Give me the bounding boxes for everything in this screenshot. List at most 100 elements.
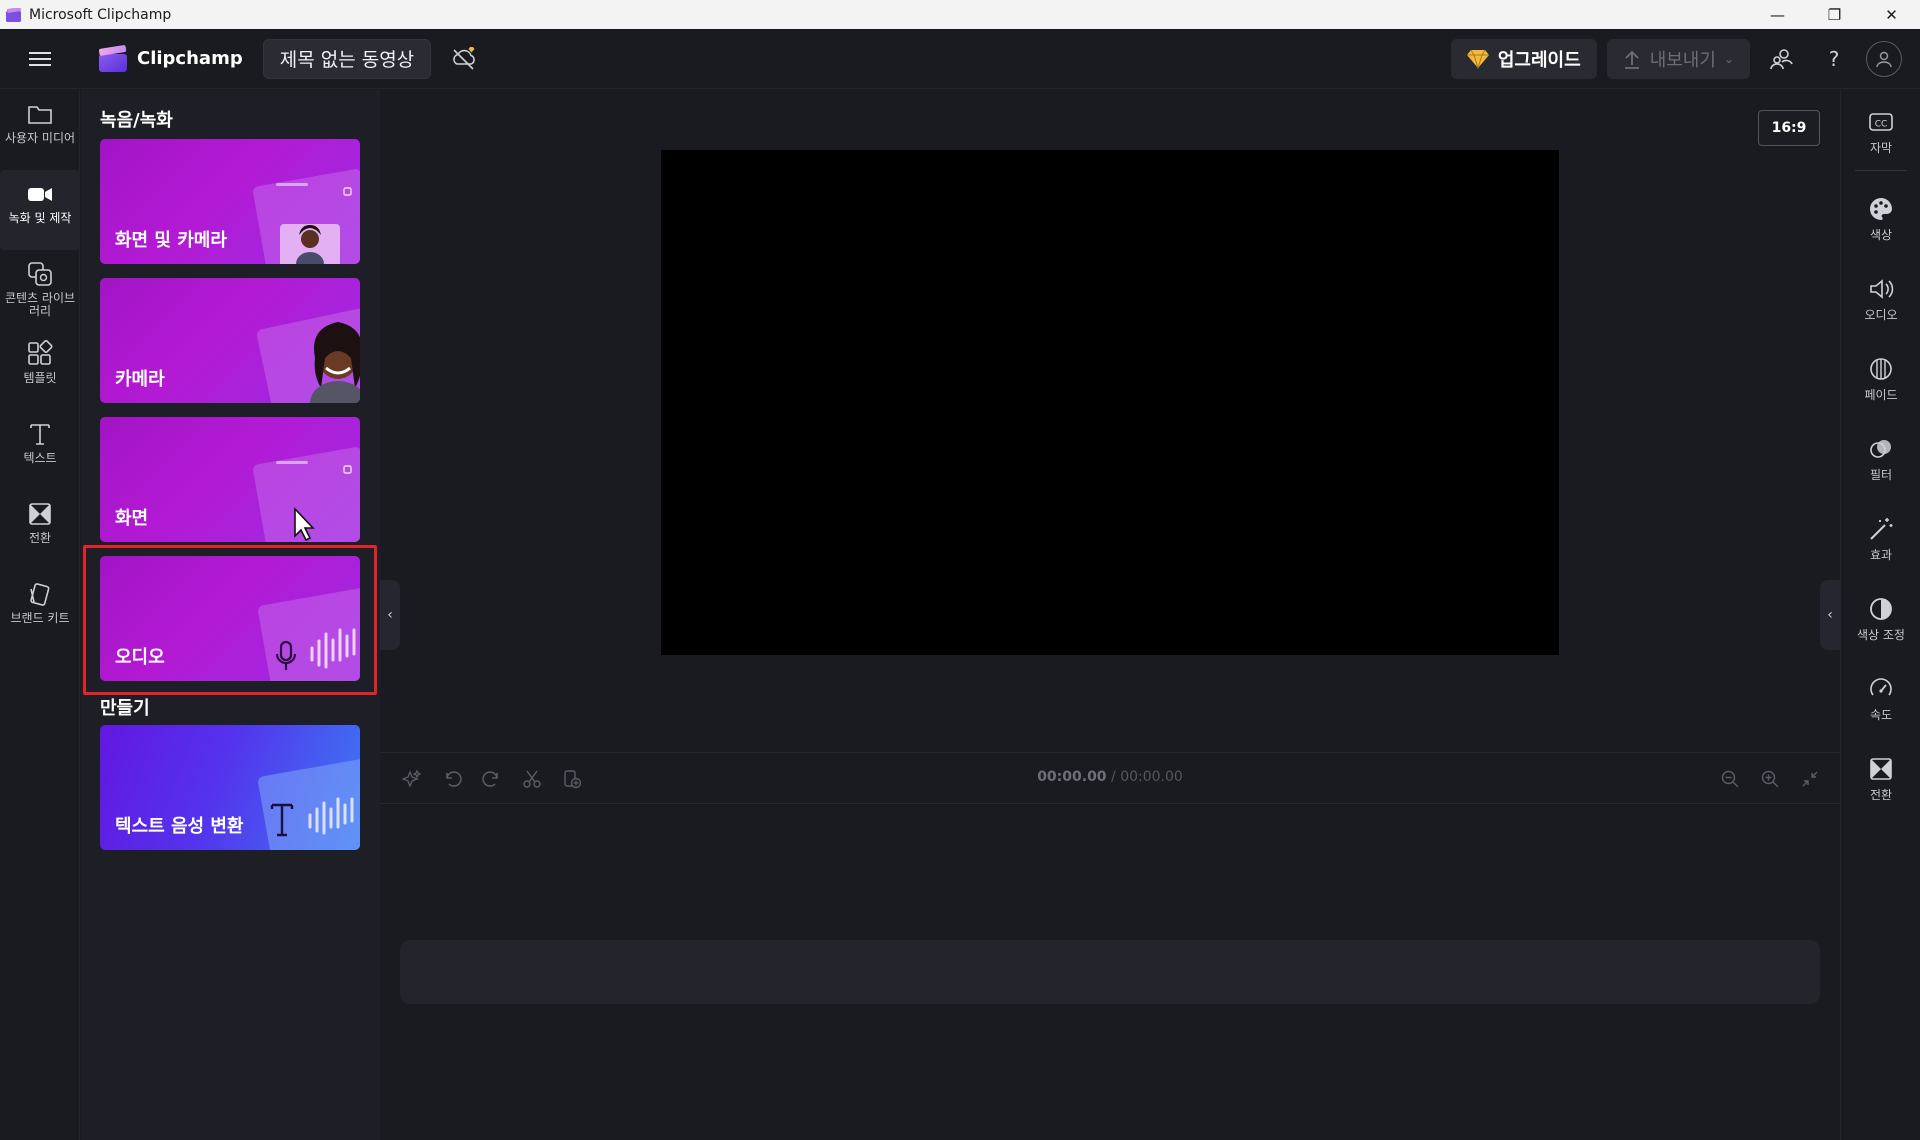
rail-label-audio: 오디오 [1864, 308, 1898, 322]
app-header: Clipchamp 제목 없는 동영상 업그레이드 내보내기 ⌄ ? [0, 29, 1920, 89]
cloud-sync-off-icon[interactable] [449, 44, 479, 74]
timecode-display: 00:00.00 / 00:00.00 [380, 769, 1840, 785]
collapse-right-panel-button[interactable]: ‹ [1820, 580, 1840, 650]
text-to-speech-card[interactable]: 텍스트 음성 변환 [100, 725, 360, 850]
rail-item-templates[interactable]: 템플릿 [0, 330, 80, 410]
rail-item-your-media[interactable]: 사용자 미디어 [0, 90, 80, 170]
rail-label-effects: 효과 [1869, 548, 1893, 562]
rail-item-text[interactable]: 텍스트 [0, 410, 80, 490]
speaker-icon [1870, 279, 1894, 299]
rail-item-transitions[interactable]: 전환 [0, 490, 80, 570]
restore-button[interactable]: ❐ [1806, 0, 1863, 29]
left-navigation-rail: 사용자 미디어 녹화 및 제작 콘텐츠 라이브러리 템플릿 텍스트 전환 브랜드… [0, 90, 80, 1140]
rail-label-templates: 템플릿 [23, 371, 57, 385]
logo-text: Clipchamp [137, 48, 243, 69]
collapse-left-panel-button[interactable]: ‹ [380, 580, 400, 650]
collapse-arrows-icon [1802, 771, 1818, 787]
screen-card[interactable]: 화면 [100, 417, 360, 542]
palette-icon [1870, 198, 1892, 220]
rail-item-effects[interactable]: 효과 [1841, 497, 1920, 577]
filter-icon [1870, 440, 1891, 458]
zoom-in-icon [1761, 770, 1779, 788]
fit-timeline-button[interactable] [1798, 767, 1822, 791]
rail-divider [1854, 170, 1907, 171]
user-icon [1876, 51, 1892, 67]
record-section-title: 녹음/녹화 [100, 110, 173, 131]
minimize-button[interactable]: — [1749, 0, 1806, 29]
help-icon: ? [1828, 46, 1840, 71]
clipchamp-logo: Clipchamp [98, 44, 243, 73]
transition-icon [1870, 758, 1892, 780]
transition-icon [29, 503, 51, 525]
rail-item-captions[interactable]: CC 자막 [1841, 90, 1920, 170]
rail-label-brand-kit: 브랜드 키트 [10, 611, 70, 625]
rail-label-your-media: 사용자 미디어 [4, 131, 76, 145]
chevron-left-icon: ‹ [387, 607, 393, 623]
rail-label-captions: 자막 [1869, 141, 1893, 155]
zoom-out-button[interactable] [1718, 767, 1742, 791]
diamond-icon [1466, 49, 1489, 69]
rail-item-record-create[interactable]: 녹화 및 제작 [0, 170, 80, 250]
zoom-in-button[interactable] [1758, 767, 1782, 791]
clipchamp-app-icon [6, 7, 22, 22]
aspect-ratio-button[interactable]: 16:9 [1758, 110, 1820, 146]
card-label-audio: 오디오 [115, 647, 165, 668]
chevron-down-icon: ⌄ [1723, 51, 1734, 66]
empty-track-drop-zone[interactable] [400, 940, 1820, 1004]
templates-icon [28, 340, 53, 365]
card-label-screen-and-camera: 화면 및 카메라 [115, 230, 227, 251]
rail-item-brand-kit[interactable]: 브랜드 키트 [0, 570, 80, 650]
share-people-button[interactable] [1762, 39, 1802, 79]
account-avatar[interactable] [1866, 40, 1902, 77]
time-separator: / [1106, 769, 1121, 785]
current-time: 00:00.00 [1037, 769, 1107, 785]
folder-icon [28, 106, 52, 124]
hamburger-menu-button[interactable] [20, 39, 60, 79]
card-label-camera: 카메라 [115, 369, 165, 390]
project-title-field[interactable]: 제목 없는 동영상 [262, 38, 432, 79]
window-title: Microsoft Clipchamp [29, 6, 172, 23]
rail-item-speed[interactable]: 속도 [1841, 657, 1920, 737]
total-time: 00:00.00 [1120, 769, 1183, 785]
export-label: 내보내기 [1649, 49, 1716, 71]
color-adjust-icon [1870, 598, 1892, 620]
close-button[interactable]: ✕ [1863, 0, 1920, 29]
screen-and-camera-card[interactable]: 화면 및 카메라 [100, 139, 360, 264]
video-preview-canvas[interactable] [661, 150, 1559, 655]
rail-item-color[interactable]: 색상 [1841, 177, 1920, 257]
rail-label-transition: 전환 [1869, 788, 1893, 802]
audio-card[interactable]: 오디오 [100, 556, 360, 681]
rail-item-audio[interactable]: 오디오 [1841, 257, 1920, 337]
rail-item-content-library[interactable]: 콘텐츠 라이브러리 [0, 250, 80, 330]
rail-item-fade[interactable]: 페이드 [1841, 337, 1920, 417]
speed-icon [1870, 678, 1892, 696]
rail-item-adjust-colors[interactable]: 색상 조정 [1841, 577, 1920, 657]
rail-item-transition[interactable]: 전환 [1841, 737, 1920, 817]
rail-label-content-library: 콘텐츠 라이브러리 [4, 291, 76, 318]
upgrade-button[interactable]: 업그레이드 [1450, 38, 1597, 79]
svg-text:CC: CC [1875, 120, 1888, 130]
rail-label-transitions: 전환 [28, 531, 52, 545]
help-button[interactable]: ? [1814, 39, 1854, 79]
rail-item-filters[interactable]: 필터 [1841, 417, 1920, 497]
rail-label-filters: 필터 [1869, 468, 1893, 482]
brand-kit-icon [30, 583, 50, 606]
zoom-out-icon [1721, 770, 1739, 788]
text-icon [30, 424, 50, 445]
rail-label-fade: 페이드 [1864, 388, 1898, 402]
export-button[interactable]: 내보내기 ⌄ [1606, 38, 1750, 79]
rail-label-speed: 속도 [1869, 708, 1893, 722]
people-share-icon [1770, 48, 1793, 69]
rail-label-color: 색상 [1869, 228, 1893, 242]
camera-card[interactable]: 카메라 [100, 278, 360, 403]
rail-label-adjust-colors: 색상 조정 [1857, 628, 1905, 642]
captions-icon: CC [1869, 113, 1893, 131]
magic-wand-icon [1870, 518, 1893, 540]
upgrade-label: 업그레이드 [1497, 49, 1581, 71]
window-titlebar: Microsoft Clipchamp — ❐ ✕ [0, 0, 1920, 29]
chevron-left-icon: ‹ [1827, 607, 1833, 623]
card-label-text-to-speech: 텍스트 음성 변환 [115, 816, 244, 837]
right-property-rail: CC 자막 색상 오디오 페이드 필터 효과 색상 조정 속도 전환 [1840, 90, 1920, 1140]
timeline-area [380, 805, 1840, 1140]
card-label-screen: 화면 [115, 508, 149, 529]
